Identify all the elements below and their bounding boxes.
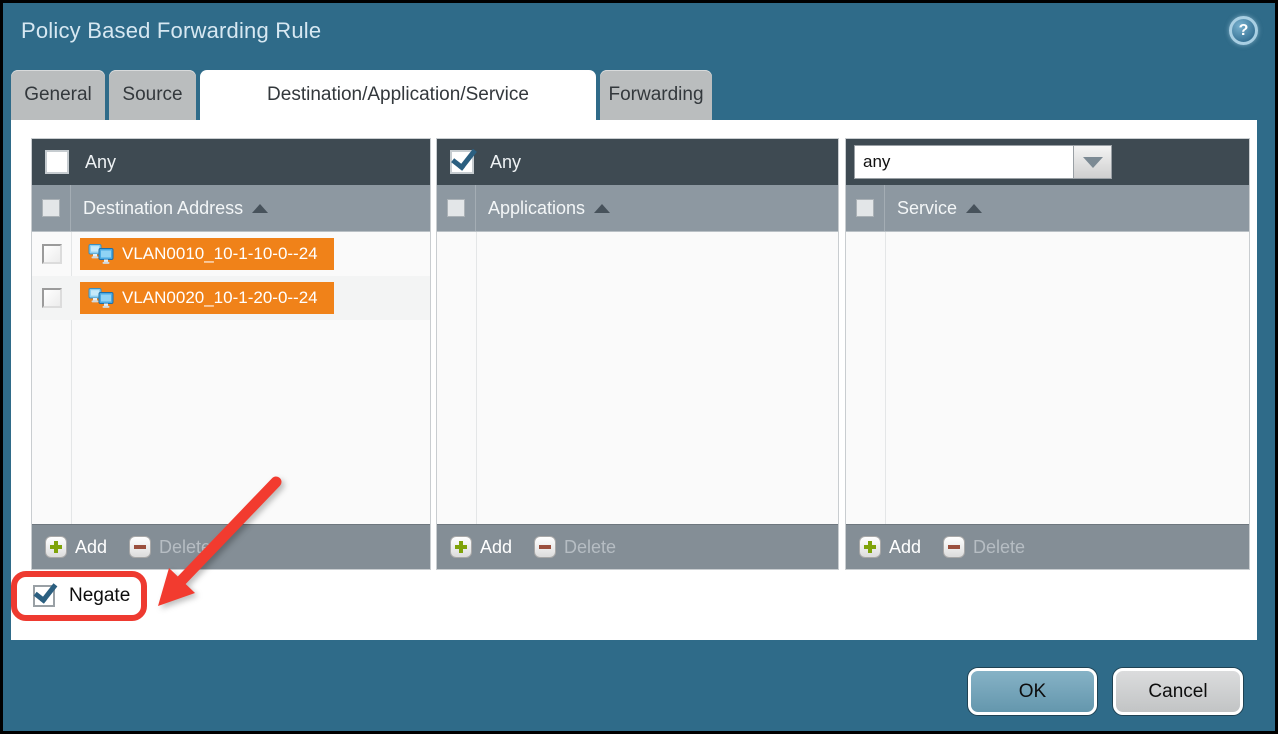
ok-button[interactable]: OK: [968, 668, 1097, 715]
applications-panel: Any Applications Add Delete: [436, 138, 839, 570]
help-icon[interactable]: ?: [1229, 16, 1258, 45]
destination-column-header: Destination Address: [32, 185, 430, 232]
service-dropdown: [854, 145, 1112, 179]
service-select-all-gutter: [846, 185, 885, 231]
tab-bar: General Source Destination/Application/S…: [11, 70, 716, 120]
service-list: [846, 232, 1249, 524]
delete-button-label: Delete: [564, 537, 616, 558]
add-button-label: Add: [889, 537, 921, 558]
delete-button-label: Delete: [973, 537, 1025, 558]
tab-destination-application-service[interactable]: Destination/Application/Service: [200, 70, 596, 120]
add-button-label: Add: [480, 537, 512, 558]
sort-ascending-icon: [252, 204, 268, 213]
address-object-tag[interactable]: VLAN0010_10-1-10-0--24: [80, 238, 334, 270]
service-delete-button[interactable]: Delete: [943, 536, 1025, 558]
applications-any-checkbox[interactable]: [450, 150, 474, 174]
negate-highlight-annotation: Negate: [11, 571, 147, 621]
service-dropdown-bar: [846, 139, 1249, 185]
service-column-header: Service: [846, 185, 1249, 232]
applications-any-bar: Any: [437, 139, 838, 185]
plus-icon: [450, 536, 472, 558]
address-object-label: VLAN0020_10-1-20-0--24: [122, 288, 318, 308]
applications-delete-button[interactable]: Delete: [534, 536, 616, 558]
address-object-tag[interactable]: VLAN0020_10-1-20-0--24: [80, 282, 334, 314]
destination-any-bar: Any: [32, 139, 430, 185]
service-add-button[interactable]: Add: [859, 536, 921, 558]
red-arrow-annotation: [133, 448, 298, 623]
table-row: VLAN0020_10-1-20-0--24: [32, 276, 430, 320]
applications-add-button[interactable]: Add: [450, 536, 512, 558]
table-row: VLAN0010_10-1-10-0--24: [32, 232, 430, 276]
dialog-title: Policy Based Forwarding Rule: [21, 18, 321, 44]
applications-toolbar: Add Delete: [437, 524, 838, 569]
row-checkbox-cell: [32, 244, 71, 264]
service-toolbar: Add Delete: [846, 524, 1249, 569]
row-checkbox-cell: [32, 288, 71, 308]
network-address-icon: [88, 288, 114, 309]
chevron-down-icon: [1083, 157, 1103, 168]
applications-column-header: Applications: [437, 185, 838, 232]
row-checkbox[interactable]: [42, 244, 62, 264]
sort-ascending-icon: [594, 204, 610, 213]
negate-label: Negate: [69, 585, 130, 607]
tab-source[interactable]: Source: [109, 70, 196, 120]
service-dropdown-button[interactable]: [1074, 145, 1112, 179]
cancel-button[interactable]: Cancel: [1113, 668, 1243, 715]
destination-sort-header[interactable]: Destination Address: [71, 198, 268, 219]
destination-any-checkbox[interactable]: [45, 150, 69, 174]
applications-select-all-gutter: [437, 185, 476, 231]
destination-any-label: Any: [85, 152, 116, 173]
service-sort-header[interactable]: Service: [885, 198, 982, 219]
row-checkbox[interactable]: [42, 288, 62, 308]
service-dropdown-input[interactable]: [854, 145, 1074, 179]
destination-select-all-gutter: [32, 185, 71, 231]
applications-sort-header[interactable]: Applications: [476, 198, 610, 219]
service-panel: Service Add Delete: [845, 138, 1250, 570]
minus-icon: [943, 536, 965, 558]
negate-checkbox[interactable]: [33, 585, 55, 607]
tab-forwarding[interactable]: Forwarding: [600, 70, 712, 120]
minus-icon: [534, 536, 556, 558]
sort-ascending-icon: [966, 204, 982, 213]
dialog-window: Policy Based Forwarding Rule ? General S…: [3, 3, 1275, 731]
tab-general[interactable]: General: [11, 70, 105, 120]
network-address-icon: [88, 244, 114, 265]
applications-select-all-checkbox[interactable]: [447, 199, 465, 217]
service-select-all-checkbox[interactable]: [856, 199, 874, 217]
applications-column-label: Applications: [488, 198, 585, 219]
plus-icon: [45, 536, 67, 558]
applications-any-label: Any: [490, 152, 521, 173]
address-object-label: VLAN0010_10-1-10-0--24: [122, 244, 318, 264]
destination-column-label: Destination Address: [83, 198, 243, 219]
destination-select-all-checkbox[interactable]: [42, 199, 60, 217]
destination-add-button[interactable]: Add: [45, 536, 107, 558]
plus-icon: [859, 536, 881, 558]
service-column-label: Service: [897, 198, 957, 219]
applications-list: [437, 232, 838, 524]
add-button-label: Add: [75, 537, 107, 558]
